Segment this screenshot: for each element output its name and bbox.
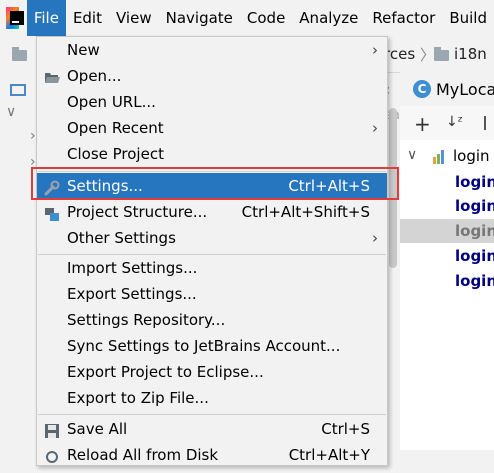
bundle-icon [433, 150, 447, 164]
submenu-arrow-icon: › [372, 119, 378, 137]
menu-item-label: Sync Settings to JetBrains Account... [67, 337, 341, 355]
menu-item-label: Close Project [67, 145, 164, 163]
breadcrumb-i18n[interactable]: i18n [454, 45, 487, 63]
menu-item-label: Open Recent [67, 119, 164, 137]
menu-item-shortcut: Ctrl+Alt+Y [288, 446, 370, 464]
menu-item-export-zip[interactable]: Export to Zip File... [37, 385, 387, 411]
menu-item-settings[interactable]: Settings... Ctrl+Alt+S [37, 173, 387, 199]
file-menu-dropdown: New › Open... Open URL... Open Recent › … [36, 36, 388, 466]
project-panel-icon[interactable] [10, 84, 26, 96]
chevron-down-icon[interactable]: ∨ [6, 104, 16, 120]
toolbar-divider-icon [484, 116, 490, 130]
menu-item-shortcut: Ctrl+Alt+S [288, 177, 370, 195]
add-icon[interactable]: + [414, 112, 431, 136]
chevron-down-icon[interactable]: ∨ [407, 147, 417, 163]
tree-root-login[interactable]: login [453, 147, 490, 165]
menu-item-sync-settings[interactable]: Sync Settings to JetBrains Account... [37, 333, 387, 359]
menu-item-new[interactable]: New › [37, 37, 387, 63]
menu-item-label: Settings Repository... [67, 311, 226, 329]
menu-code[interactable]: Code [240, 0, 292, 36]
chevron-right-icon[interactable]: › [30, 154, 36, 170]
save-icon [44, 421, 60, 438]
menu-separator [38, 171, 386, 172]
intellij-logo-icon [6, 7, 24, 29]
reload-icon [44, 447, 60, 463]
class-icon: C [413, 80, 431, 98]
menu-item-import-settings[interactable]: Import Settings... [37, 255, 387, 281]
tree-item-login[interactable]: login [455, 272, 494, 290]
folder-icon [12, 47, 27, 61]
menu-analyze[interactable]: Analyze [292, 0, 365, 36]
menu-item-label: Open URL... [67, 93, 156, 111]
menu-item-label: Export to Zip File... [67, 389, 209, 407]
menu-file[interactable]: File [26, 0, 66, 36]
menu-item-label: Reload All from Disk [67, 446, 219, 464]
menu-item-label: Settings... [67, 177, 143, 195]
menu-item-label: Other Settings [67, 229, 176, 247]
menu-item-shortcut: Ctrl+Alt+Shift+S [241, 203, 370, 221]
menu-item-open-url[interactable]: Open URL... [37, 89, 387, 115]
menu-item-open[interactable]: Open... [37, 63, 387, 89]
menu-item-export-eclipse[interactable]: Export Project to Eclipse... [37, 359, 387, 385]
wrench-icon [44, 178, 60, 196]
submenu-arrow-icon: › [372, 229, 378, 247]
menu-separator [38, 414, 386, 415]
project-structure-icon [44, 204, 60, 221]
menu-item-label: Open... [67, 67, 122, 85]
menu-item-other-settings[interactable]: Other Settings › [37, 225, 387, 251]
scrollbar[interactable] [389, 108, 397, 268]
menu-item-label: Save All [67, 420, 128, 438]
tree-item-login[interactable]: login [455, 247, 494, 265]
menu-view[interactable]: View [109, 0, 159, 36]
menu-navigate[interactable]: Navigate [159, 0, 240, 36]
tree-item-login-selected[interactable]: login [400, 219, 494, 243]
menu-item-label: New [67, 41, 100, 59]
menu-item-open-recent[interactable]: Open Recent › [37, 115, 387, 141]
menu-item-shortcut: Ctrl+S [321, 420, 370, 438]
menu-item-close-project[interactable]: Close Project [37, 141, 387, 167]
menu-item-label: Import Settings... [67, 259, 198, 277]
breadcrumb-resources[interactable]: rces [384, 45, 415, 63]
tree-item-login[interactable]: login [455, 197, 494, 215]
menu-item-label: Export Project to Eclipse... [67, 363, 264, 381]
breadcrumb-separator: 〉 [420, 46, 436, 64]
menu-item-label: Export Settings... [67, 285, 197, 303]
tree-item-login[interactable]: login [455, 173, 494, 191]
menu-item-reload-all[interactable]: Reload All from Disk Ctrl+Alt+Y [37, 442, 387, 468]
folder-open-icon [44, 68, 60, 84]
menu-bar: File Edit View Navigate Code Analyze Ref… [0, 0, 494, 36]
folder-icon [434, 47, 449, 61]
sort-alpha-icon[interactable]: ↓ᶻ [446, 114, 463, 130]
menu-item-save-all[interactable]: Save All Ctrl+S [37, 416, 387, 442]
menu-item-project-structure[interactable]: Project Structure... Ctrl+Alt+Shift+S [37, 199, 387, 225]
menu-build[interactable]: Build [442, 0, 494, 36]
submenu-arrow-icon: › [372, 41, 378, 59]
menu-edit[interactable]: Edit [66, 0, 109, 36]
menu-refactor[interactable]: Refactor [365, 0, 442, 36]
menu-item-label: Project Structure... [67, 203, 208, 221]
chevron-right-icon[interactable]: › [30, 128, 36, 144]
editor-tab-myloca[interactable]: MyLoca [436, 80, 494, 99]
menu-item-settings-repository[interactable]: Settings Repository... [37, 307, 387, 333]
menu-item-export-settings[interactable]: Export Settings... [37, 281, 387, 307]
